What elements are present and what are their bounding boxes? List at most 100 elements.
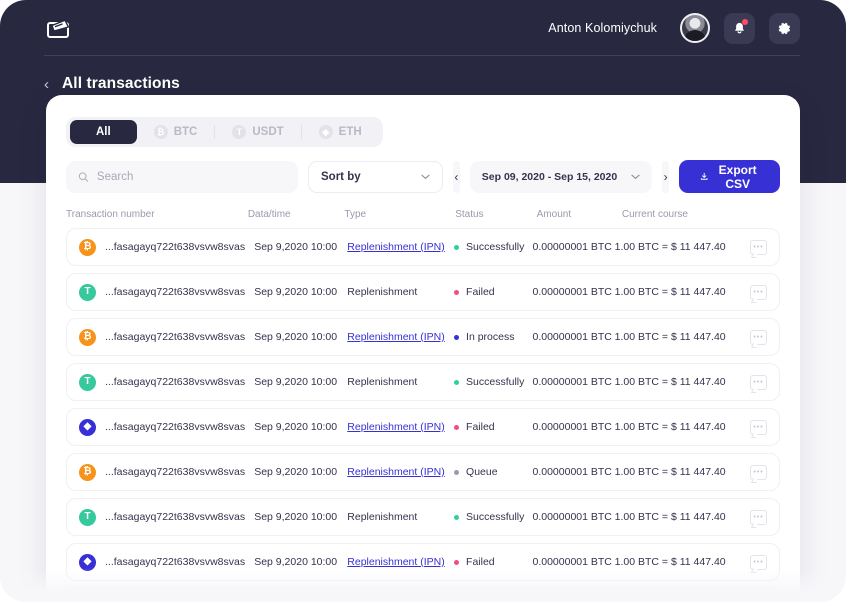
- search-input[interactable]: [96, 170, 286, 183]
- page-title: All transactions: [62, 75, 180, 92]
- table-row[interactable]: T ...fasagayq722t638vsvw8svas Sep 9,2020 1…: [66, 273, 780, 311]
- comment-icon[interactable]: •••: [750, 284, 768, 300]
- amount-cell: 0.00000001 BTC: [532, 376, 612, 388]
- comment-cell: •••: [735, 239, 768, 255]
- status-dot-icon: [454, 244, 460, 250]
- current-course-cell: 1.00 BTC = $ 11 447.40: [614, 466, 726, 478]
- amount-cell: 0.00000001 BTC: [532, 511, 612, 523]
- type-cell[interactable]: Replenishment (IPN): [347, 241, 454, 253]
- toolbar: Sort by ‹ Sep 09, 2020 - Sep 15, 2020 › …: [46, 147, 800, 193]
- search-icon: [78, 171, 89, 182]
- comment-icon[interactable]: •••: [750, 329, 768, 345]
- comment-dots: •••: [753, 423, 764, 431]
- tab-label: BTC: [173, 126, 198, 138]
- tab-all[interactable]: All: [70, 120, 137, 144]
- usdt-coin-icon: T: [232, 125, 247, 139]
- table-row[interactable]: ₿...fasagayq722t638vsvw8svasSep 9,2020 1…: [66, 318, 780, 356]
- search-box[interactable]: [66, 160, 298, 193]
- column-header: Transaction number: [66, 209, 155, 220]
- currency-tabs: All ₿ BTC T USDT ◆ ETH: [66, 117, 383, 147]
- type-link[interactable]: Replenishment (IPN): [347, 241, 444, 253]
- tab-label: All: [96, 126, 111, 138]
- type-link[interactable]: Replenishment (IPN): [347, 421, 444, 433]
- datetime-cell: Sep 9,2020 10:00: [254, 241, 338, 253]
- type-link[interactable]: Replenishment (IPN): [347, 556, 444, 568]
- table-row[interactable]: ₿...fasagayq722t638vsvw8svasSep 9,2020 1…: [66, 588, 780, 602]
- next-period-button[interactable]: ›: [662, 160, 669, 193]
- current-course-cell: 1.00 BTC = $ 11 447.40: [614, 286, 726, 298]
- btc-coin-icon: ₿: [79, 328, 96, 346]
- status-dot-icon: [454, 424, 460, 430]
- table-row[interactable]: ₿...fasagayq722t638vsvw8svasSep 9,2020 1…: [66, 453, 780, 491]
- sort-by-select[interactable]: Sort by: [308, 160, 443, 193]
- type-link[interactable]: Replenishment (IPN): [347, 331, 444, 343]
- status-label: Failed: [466, 421, 495, 433]
- transaction-number-cell: ◆ ...fasagayq722t638vsvw8svas: [79, 418, 254, 436]
- type-cell[interactable]: Replenishment (IPN): [347, 421, 454, 433]
- sort-by-label: Sort by: [321, 170, 361, 183]
- type-cell[interactable]: Replenishment (IPN): [347, 331, 454, 343]
- usdt-coin-icon: T: [79, 508, 96, 526]
- status-label: Successfully: [466, 241, 525, 253]
- current-course-cell: 1.00 BTC = $ 11 447.40: [614, 421, 726, 433]
- notifications-button[interactable]: [724, 12, 755, 44]
- datetime-cell: Sep 9,2020 10:00: [254, 376, 338, 388]
- download-icon: [700, 172, 708, 180]
- tab-eth[interactable]: ◆ ETH: [302, 120, 379, 144]
- table-row[interactable]: T ...fasagayq722t638vsvw8svas Sep 9,2020 1…: [66, 363, 780, 401]
- status-cell: Successfully: [454, 376, 532, 388]
- back-button[interactable]: ‹: [44, 77, 49, 92]
- tab-usdt[interactable]: T USDT: [215, 120, 300, 144]
- transaction-number-cell: T ...fasagayq722t638vsvw8svas: [79, 508, 254, 526]
- type-cell[interactable]: Replenishment (IPN): [347, 556, 454, 568]
- transaction-number: ...fasagayq722t638vsvw8svas: [105, 511, 246, 523]
- comment-icon[interactable]: •••: [750, 554, 768, 570]
- transaction-number-cell: T ...fasagayq722t638vsvw8svas: [79, 283, 254, 301]
- avatar[interactable]: [680, 13, 710, 43]
- table-row[interactable]: ◆ ...fasagayq722t638vsvw8svas Sep 9,2020 1…: [66, 543, 780, 581]
- transaction-number-cell: ₿ ...fasagayq722t638vsvw8svas: [79, 328, 254, 346]
- type-cell: Replenishment: [347, 376, 418, 388]
- amount-cell: 0.00000001 BTC: [532, 331, 612, 343]
- table-row[interactable]: ◆ ...fasagayq722t638vsvw8svas Sep 9,2020 1…: [66, 408, 780, 446]
- current-course-cell: 1.00 BTC = $ 11 447.40: [614, 376, 726, 388]
- type-link[interactable]: Replenishment (IPN): [347, 466, 444, 478]
- status-cell: Successfully: [454, 511, 532, 523]
- comment-icon[interactable]: •••: [750, 239, 768, 255]
- datetime-cell: Sep 9,2020 10:00: [254, 466, 338, 478]
- comment-cell: •••: [735, 554, 768, 570]
- usdt-coin-icon: T: [79, 283, 96, 301]
- comment-icon[interactable]: •••: [750, 509, 768, 525]
- transaction-number: ...fasagayq722t638vsvw8svas: [105, 241, 246, 253]
- notification-badge: [742, 18, 748, 25]
- transaction-number-cell: ◆ ...fasagayq722t638vsvw8svas: [79, 553, 254, 571]
- comment-cell: •••: [735, 509, 768, 525]
- comment-icon[interactable]: •••: [750, 464, 768, 480]
- datetime-cell: Sep 9,2020 10:00: [254, 511, 338, 523]
- datetime-cell: Sep 9,2020 10:00: [254, 331, 338, 343]
- tab-btc[interactable]: ₿ BTC: [137, 120, 215, 144]
- comment-icon[interactable]: •••: [750, 374, 768, 390]
- comment-cell: •••: [735, 419, 768, 435]
- date-range-picker[interactable]: Sep 09, 2020 - Sep 15, 2020: [469, 160, 653, 193]
- comment-icon[interactable]: •••: [750, 419, 768, 435]
- prev-period-button[interactable]: ‹: [453, 160, 460, 193]
- status-dot-icon: [454, 289, 460, 295]
- type-cell[interactable]: Replenishment (IPN): [347, 466, 454, 478]
- comment-dots: •••: [753, 558, 764, 566]
- type-cell: Replenishment: [347, 286, 418, 298]
- header-actions: Anton Kolomiychuk: [548, 12, 800, 44]
- table-row[interactable]: ₿...fasagayq722t638vsvw8svasSep 9,2020 1…: [66, 228, 780, 266]
- header-divider: [44, 55, 800, 56]
- current-course-cell: 1.00 BTC = $ 11 447.40: [614, 241, 726, 253]
- tab-label: ETH: [338, 126, 362, 138]
- export-csv-label: Export CSV: [718, 162, 757, 191]
- transaction-number: ...fasagayq722t638vsvw8svas: [105, 556, 246, 568]
- status-cell: Queue: [454, 466, 532, 478]
- settings-button[interactable]: [769, 12, 800, 44]
- current-course-cell: 1.00 BTC = $ 11 447.40: [614, 331, 726, 343]
- export-csv-button[interactable]: Export CSV: [678, 160, 780, 193]
- wallet-card-icon[interactable]: [44, 15, 74, 41]
- table-row[interactable]: T ...fasagayq722t638vsvw8svas Sep 9,2020 1…: [66, 498, 780, 536]
- status-cell: In process: [454, 331, 532, 343]
